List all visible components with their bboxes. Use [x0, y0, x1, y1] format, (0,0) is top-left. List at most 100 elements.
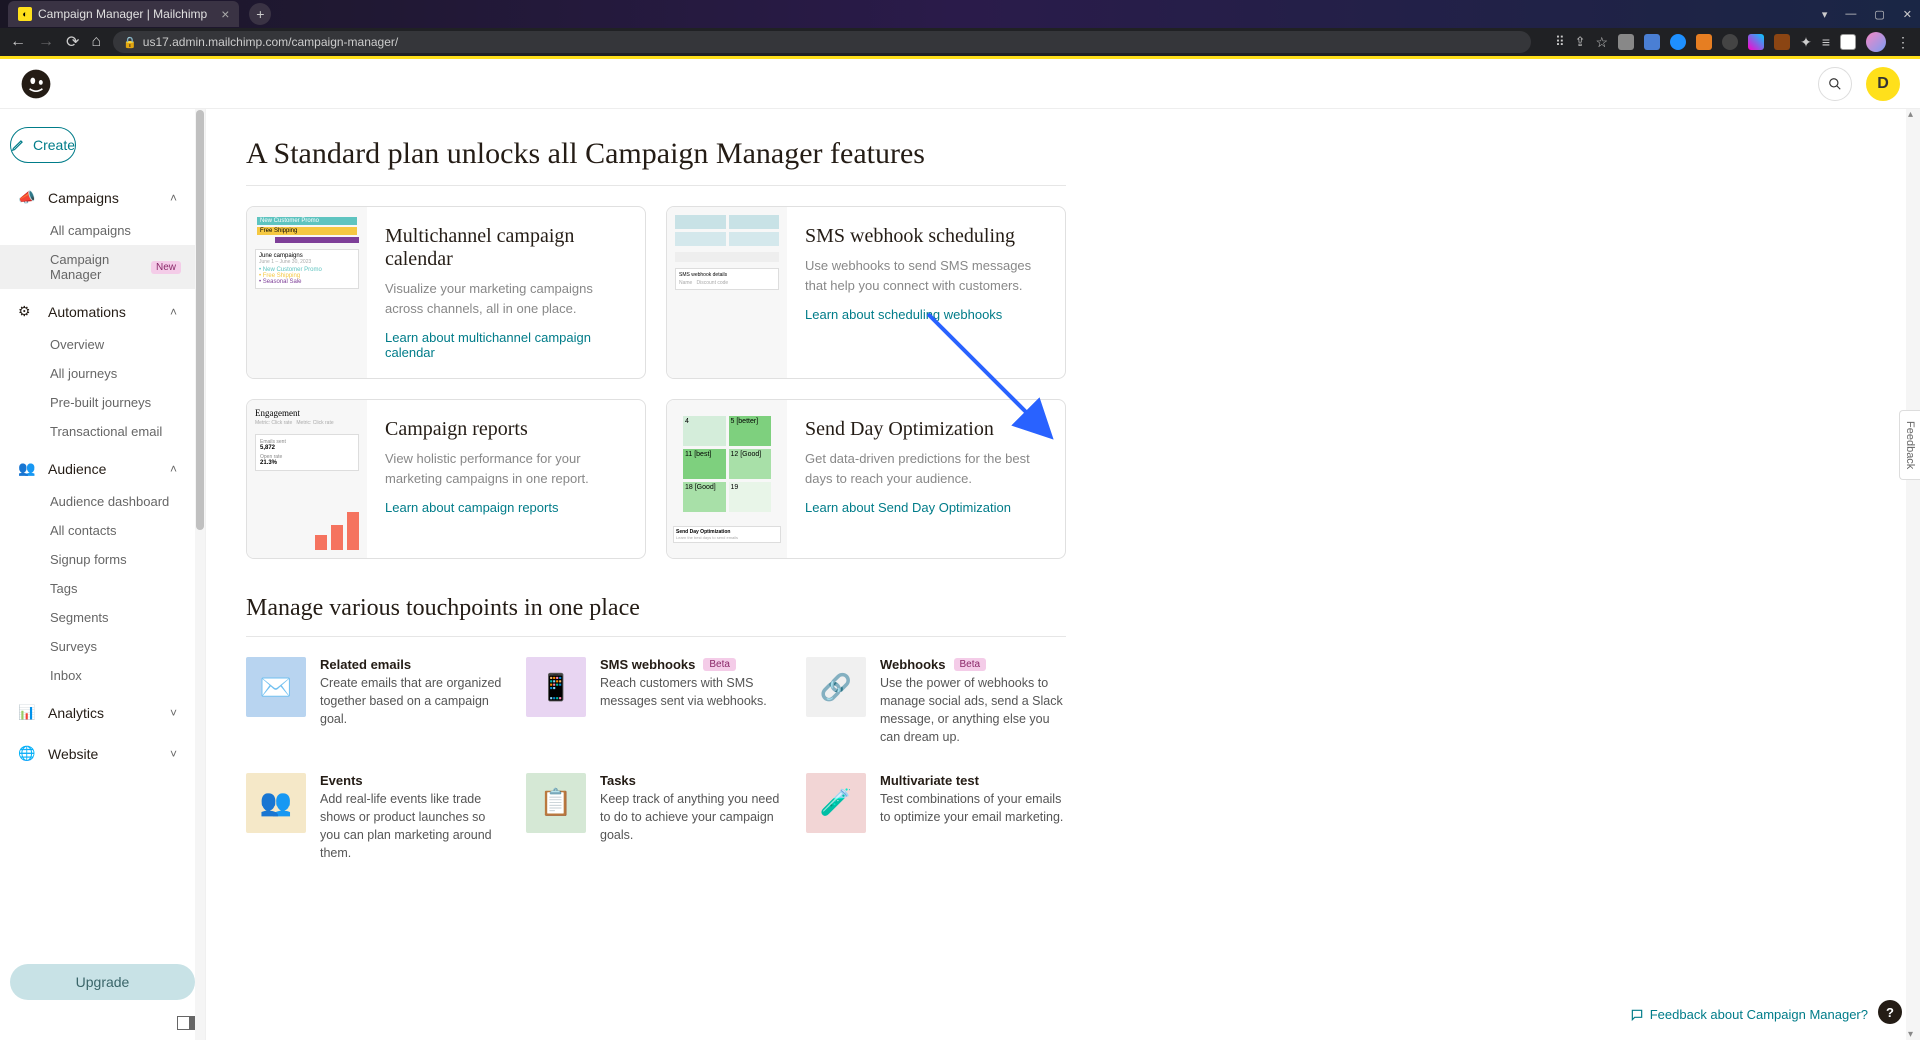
nav-header-audience[interactable]: 👥 Audience ˄ — [0, 450, 195, 487]
sidebar-item-all-campaigns[interactable]: All campaigns — [50, 216, 195, 245]
people-icon: 👥 — [18, 460, 36, 477]
reload-button[interactable]: ⟳ — [66, 32, 79, 52]
sidebar-item-overview[interactable]: Overview — [50, 330, 195, 359]
upgrade-button[interactable]: Upgrade — [10, 964, 195, 1000]
touchpoint-events[interactable]: 👥 Events Add real-life events like trade… — [246, 773, 506, 863]
feature-link-calendar[interactable]: Learn about multichannel campaign calend… — [385, 330, 627, 360]
touchpoint-desc: Reach customers with SMS messages sent v… — [600, 674, 786, 710]
profile-avatar[interactable] — [1866, 32, 1886, 52]
ext-icon-6[interactable] — [1748, 34, 1764, 50]
ext-icon-5[interactable] — [1722, 34, 1738, 50]
website-label: Website — [48, 746, 98, 762]
touchpoint-desc: Keep track of anything you need to do to… — [600, 790, 786, 844]
main-scrollbar[interactable]: ▴▾ — [1906, 109, 1920, 1040]
sidebar-item-signup-forms[interactable]: Signup forms — [50, 545, 195, 574]
browser-chrome: ◐ Campaign Manager | Mailchimp × + ▾ — ▢… — [0, 0, 1920, 56]
feature-card-sms: SMS webhook details Name Discount code S… — [666, 206, 1066, 379]
app-body: Create 📣 Campaigns ˄ All campaigns Campa… — [0, 109, 1920, 1040]
user-initial: D — [1877, 75, 1889, 93]
sidebar-item-audience-dashboard[interactable]: Audience dashboard — [50, 487, 195, 516]
back-button[interactable]: ← — [10, 33, 26, 51]
minimize-icon[interactable]: — — [1845, 8, 1856, 21]
sidebar-item-surveys[interactable]: Surveys — [50, 632, 195, 661]
translate-icon[interactable]: ⠿ — [1555, 34, 1565, 50]
search-button[interactable] — [1818, 67, 1852, 101]
new-tab-button[interactable]: + — [249, 3, 271, 25]
feature-link-reports[interactable]: Learn about campaign reports — [385, 500, 627, 515]
nav-header-campaigns[interactable]: 📣 Campaigns ˄ — [0, 179, 195, 216]
campaigns-label: Campaigns — [48, 190, 119, 206]
automation-icon: ⚙ — [18, 303, 36, 320]
feature-card-reports: Engagement Metric: Click rate Metric: Cl… — [246, 399, 646, 559]
ext-icon-1[interactable] — [1618, 34, 1634, 50]
feature-link-sms[interactable]: Learn about scheduling webhooks — [805, 307, 1047, 322]
home-button[interactable]: ⌂ — [91, 33, 101, 51]
sidebar-item-prebuilt-journeys[interactable]: Pre-built journeys — [50, 388, 195, 417]
touchpoint-desc: Add real-life events like trade shows or… — [320, 790, 506, 863]
maximize-icon[interactable]: ▢ — [1874, 8, 1884, 21]
chevron-up-icon: ˄ — [170, 305, 177, 319]
sidebar-content: Create 📣 Campaigns ˄ All campaigns Campa… — [0, 109, 205, 956]
nav-header-website[interactable]: 🌐 Website ˅ — [0, 735, 195, 772]
sidebar-toggle-icon[interactable] — [177, 1016, 195, 1030]
touchpoint-tasks[interactable]: 📋 Tasks Keep track of anything you need … — [526, 773, 786, 863]
sidebar-scrollbar[interactable] — [195, 109, 205, 1040]
feature-thumb-sdo: 45 [better] 11 [best]12 [Good] 18 [Good]… — [667, 400, 787, 558]
sidebar-item-tags[interactable]: Tags — [50, 574, 195, 603]
touchpoint-thumb: 📋 — [526, 773, 586, 833]
ext-icon-4[interactable] — [1696, 34, 1712, 50]
list-icon[interactable]: ≡ — [1822, 34, 1830, 50]
touchpoint-related-emails[interactable]: ✉️ Related emails Create emails that are… — [246, 657, 506, 747]
help-button[interactable]: ? — [1878, 1000, 1902, 1024]
sidebar-item-all-journeys[interactable]: All journeys — [50, 359, 195, 388]
ext-icon-7[interactable] — [1774, 34, 1790, 50]
sidebar: Create 📣 Campaigns ˄ All campaigns Campa… — [0, 109, 206, 1040]
chevron-down-icon: ˅ — [170, 706, 177, 720]
feature-link-sdo[interactable]: Learn about Send Day Optimization — [805, 500, 1047, 515]
feedback-tab[interactable]: Feedback — [1899, 410, 1920, 480]
ext-icon-2[interactable] — [1644, 34, 1660, 50]
window-controls: ▾ — ▢ ✕ — [1822, 8, 1912, 21]
forward-button[interactable]: → — [38, 33, 54, 51]
feature-desc: Use webhooks to send SMS messages that h… — [805, 256, 1047, 295]
feature-thumb-sms: SMS webhook details Name Discount code — [667, 207, 787, 378]
sidebar-item-transactional-email[interactable]: Transactional email — [50, 417, 195, 446]
sidebar-item-campaign-manager[interactable]: Campaign Manager New — [0, 245, 195, 289]
close-window-icon[interactable]: ✕ — [1903, 8, 1912, 21]
create-label: Create — [33, 137, 75, 153]
touchpoint-webhooks[interactable]: 🔗 WebhooksBeta Use the power of webhooks… — [806, 657, 1066, 747]
close-icon[interactable]: × — [221, 6, 229, 22]
browser-tab[interactable]: ◐ Campaign Manager | Mailchimp × — [8, 1, 239, 27]
touchpoint-sms-webhooks[interactable]: 📱 SMS webhooksBeta Reach customers with … — [526, 657, 786, 747]
create-button[interactable]: Create — [10, 127, 76, 163]
chevron-up-icon: ˄ — [170, 462, 177, 476]
sidebar-item-all-contacts[interactable]: All contacts — [50, 516, 195, 545]
touchpoints-grid: ✉️ Related emails Create emails that are… — [246, 657, 1066, 862]
mailchimp-logo[interactable] — [20, 68, 52, 100]
automations-label: Automations — [48, 304, 126, 320]
url-text: us17.admin.mailchimp.com/campaign-manage… — [143, 35, 398, 49]
sidebar-item-segments[interactable]: Segments — [50, 603, 195, 632]
badge-beta: Beta — [703, 658, 736, 671]
app-header: D — [0, 59, 1920, 109]
user-avatar[interactable]: D — [1866, 67, 1900, 101]
extension-icons: ⠿ ⇪ ☆ ✦ ≡ ⋮ — [1555, 32, 1910, 52]
feedback-link[interactable]: Feedback about Campaign Manager? — [1630, 1007, 1868, 1022]
nav-header-analytics[interactable]: 📊 Analytics ˅ — [0, 694, 195, 731]
nav-header-automations[interactable]: ⚙ Automations ˄ — [0, 293, 195, 330]
audience-label: Audience — [48, 461, 106, 477]
nav-section-campaigns: 📣 Campaigns ˄ All campaigns Campaign Man… — [0, 179, 195, 289]
address-bar[interactable]: 🔒 us17.admin.mailchimp.com/campaign-mana… — [113, 31, 1531, 53]
ext-icon-8[interactable] — [1840, 34, 1856, 50]
caret-down-icon[interactable]: ▾ — [1822, 8, 1828, 21]
menu-icon[interactable]: ⋮ — [1896, 34, 1910, 51]
touchpoint-multivariate[interactable]: 🧪 Multivariate test Test combinations of… — [806, 773, 1066, 863]
extensions-icon[interactable]: ✦ — [1800, 34, 1812, 51]
ext-icon-3[interactable] — [1670, 34, 1686, 50]
sidebar-item-inbox[interactable]: Inbox — [50, 661, 195, 690]
touchpoint-title: Events — [320, 773, 506, 788]
chevron-up-icon: ˄ — [170, 191, 177, 205]
share-icon[interactable]: ⇪ — [1575, 34, 1586, 50]
touchpoint-title: Related emails — [320, 657, 506, 672]
star-icon[interactable]: ☆ — [1596, 34, 1609, 51]
